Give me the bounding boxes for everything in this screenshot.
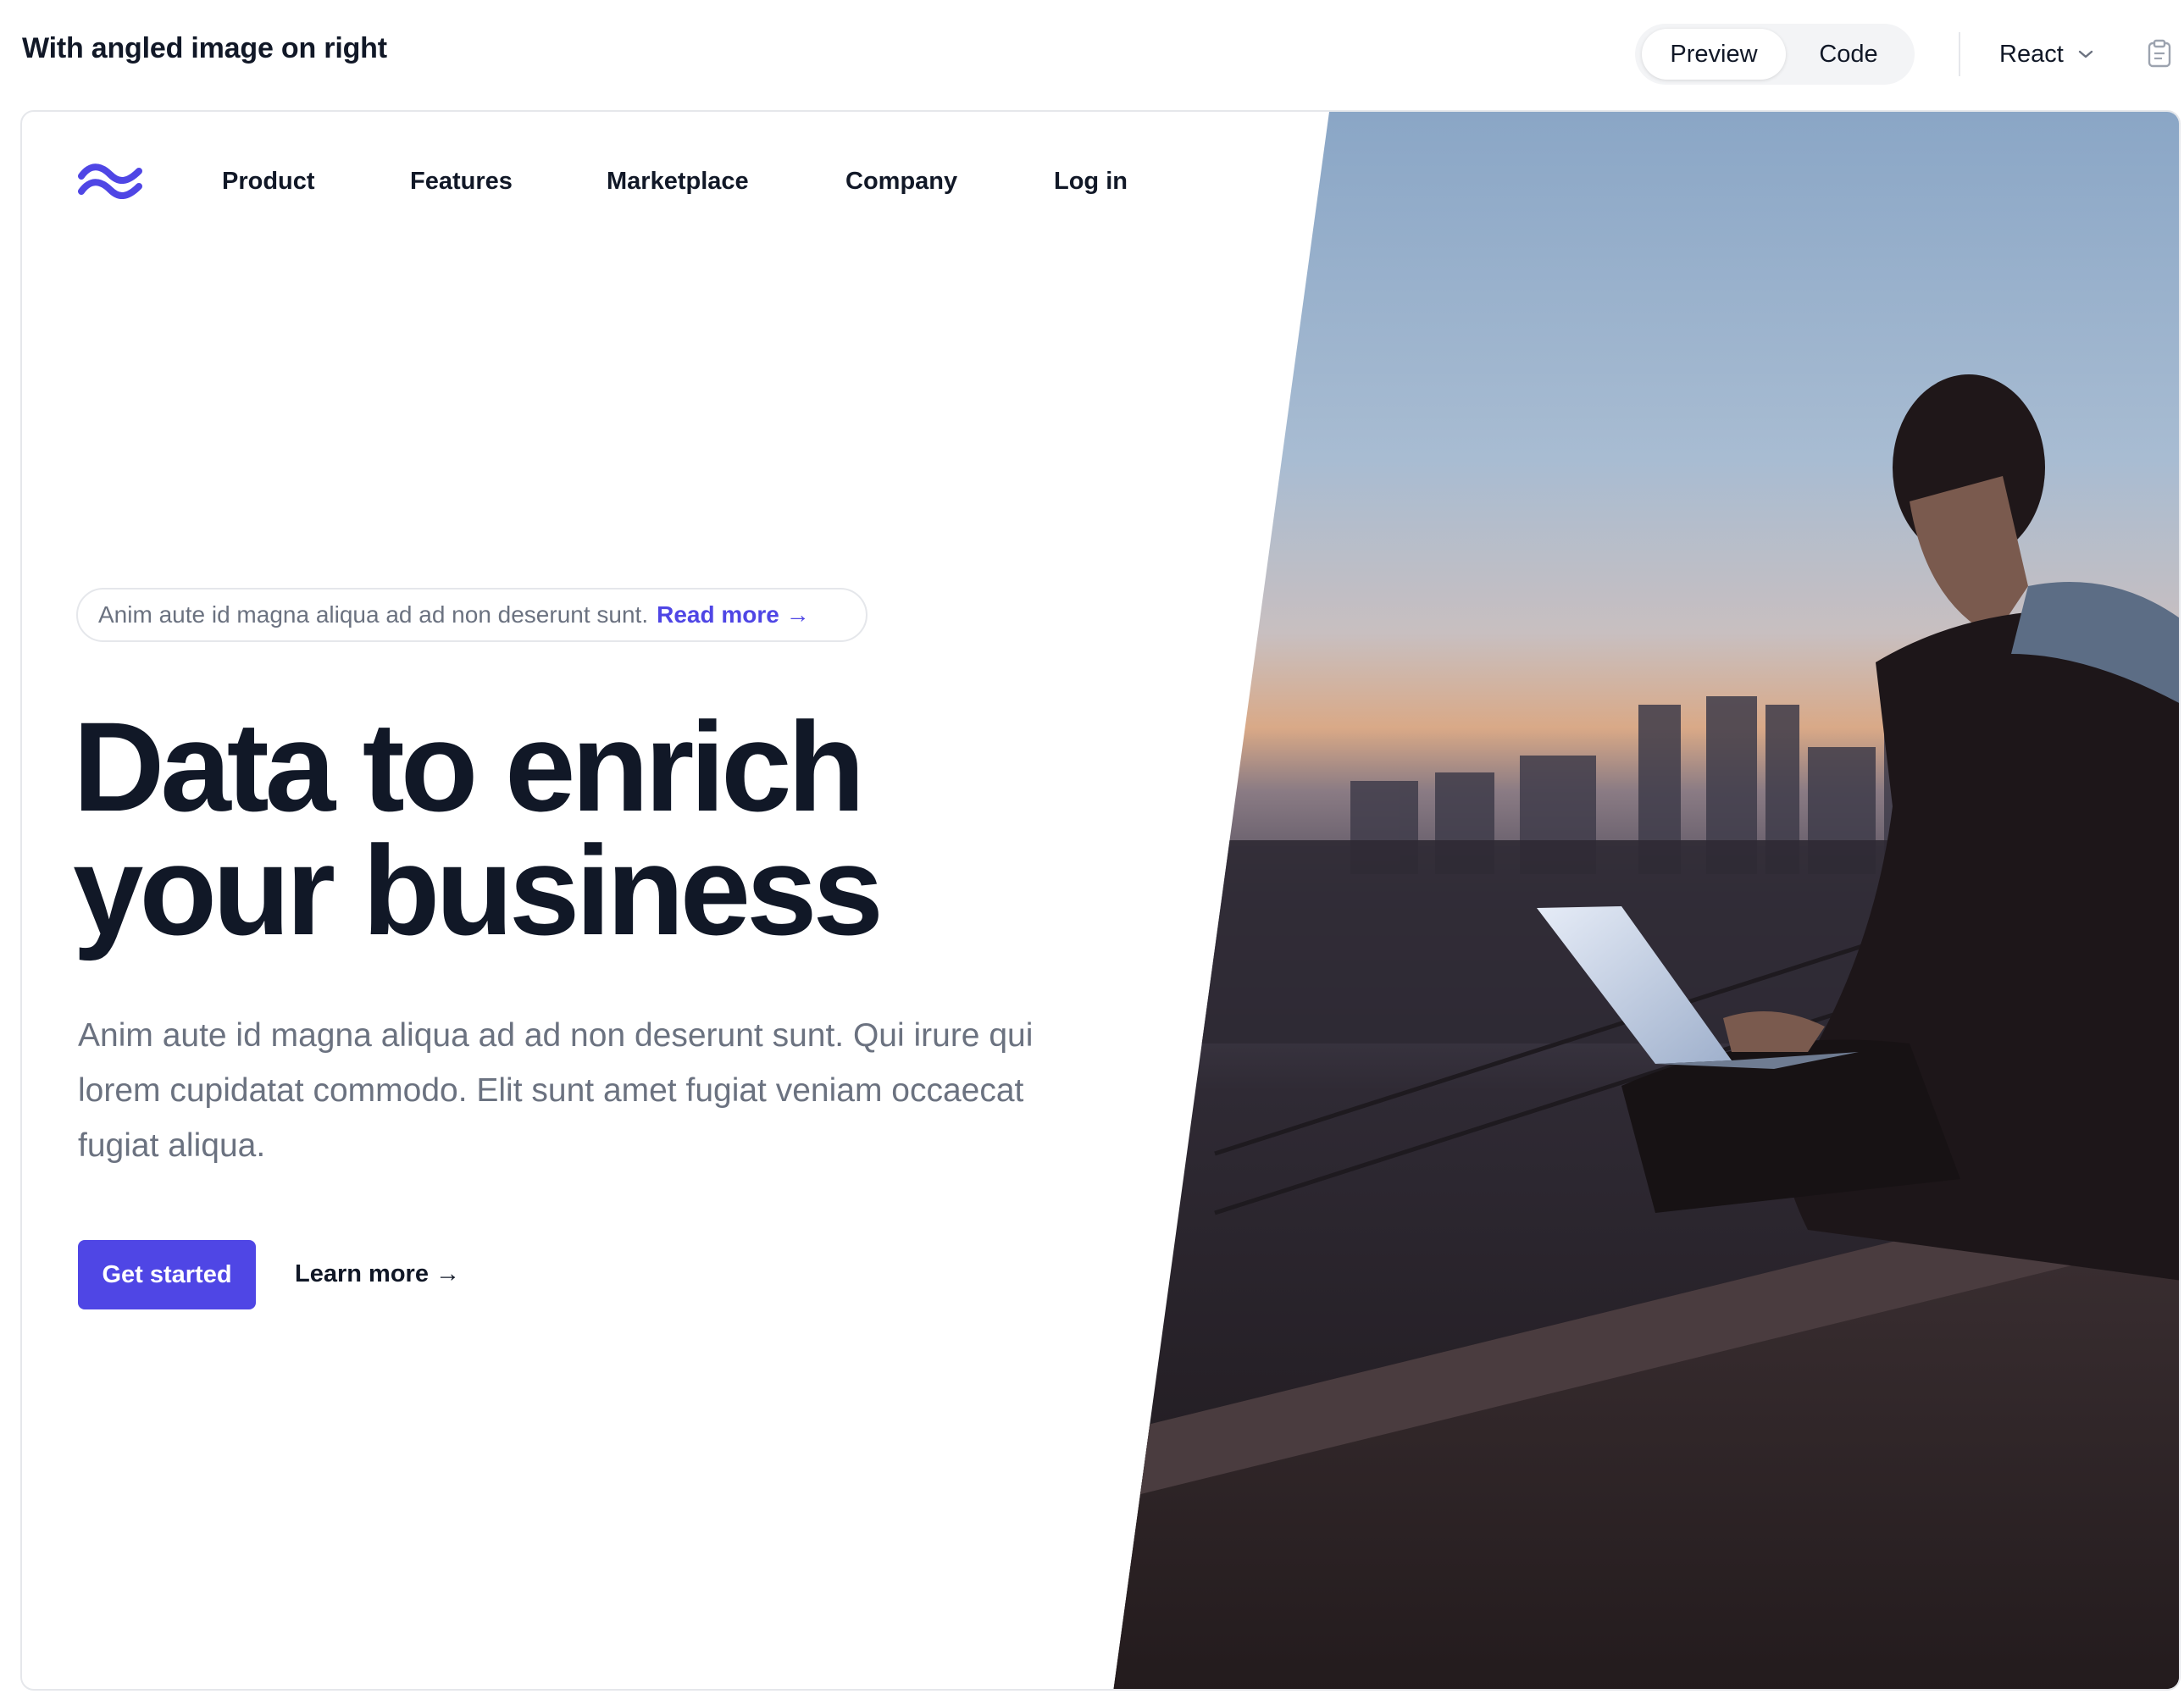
learn-more-link[interactable]: Learn more → xyxy=(295,1260,460,1288)
nav-item-marketplace[interactable]: Marketplace xyxy=(607,168,749,196)
get-started-button[interactable]: Get started xyxy=(78,1240,256,1309)
example-title: With angled image on right xyxy=(22,32,387,64)
announcement-pill: Anim aute id magna aliqua ad ad non dese… xyxy=(76,588,868,642)
preview-frame: Product Features Marketplace Company Log… xyxy=(20,110,2181,1691)
nav-item-features[interactable]: Features xyxy=(410,168,513,196)
toolbar-divider xyxy=(1959,32,1960,76)
hero-headline: Data to enrich your business xyxy=(73,703,1089,954)
headline-line-1: Data to enrich xyxy=(73,695,865,838)
tailwind-logo-icon[interactable] xyxy=(78,161,142,200)
hero-image xyxy=(1113,112,2179,1689)
toolbar: With angled image on right Preview Code … xyxy=(0,0,2184,110)
tab-code[interactable]: Code xyxy=(1789,29,1908,80)
nav-item-company[interactable]: Company xyxy=(845,168,957,196)
nav-item-product[interactable]: Product xyxy=(222,168,315,196)
view-toggle: Preview Code xyxy=(1635,24,1915,85)
hero-lead: Anim aute id magna aliqua ad ad non dese… xyxy=(78,1017,1034,1164)
headline-line-2: your business xyxy=(73,819,884,961)
framework-select[interactable]: React xyxy=(1999,36,2094,73)
announcement-text: Anim aute id magna aliqua ad ad non dese… xyxy=(98,601,649,628)
chevron-down-icon xyxy=(2077,49,2094,59)
framework-label: React xyxy=(1999,40,2064,68)
nav-item-login[interactable]: Log in xyxy=(1054,168,1128,196)
tab-preview[interactable]: Preview xyxy=(1642,29,1786,80)
read-more-link[interactable]: Read more → xyxy=(657,601,810,628)
clipboard-icon[interactable] xyxy=(2147,39,2172,68)
